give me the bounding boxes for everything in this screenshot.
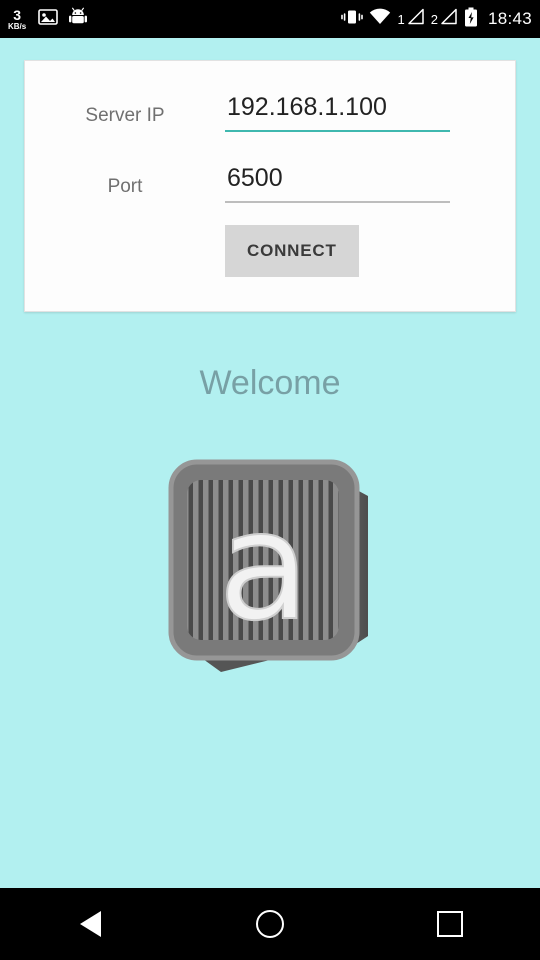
network-speed-value: 3 — [13, 6, 22, 23]
sim2-label: 2 — [430, 11, 438, 27]
back-triangle-icon — [79, 911, 101, 937]
wifi-icon — [369, 8, 391, 31]
nav-back-button[interactable] — [30, 888, 150, 960]
battery-charging-icon — [464, 7, 478, 32]
port-row: Port — [25, 160, 515, 203]
status-bar-right: 1 2 18:43 — [341, 7, 532, 32]
photo-icon — [38, 8, 59, 31]
connection-card: Server IP Port CONNECT — [24, 60, 516, 312]
android-navigation-bar — [0, 888, 540, 960]
port-label: Port — [107, 176, 143, 197]
server-ip-label: Server IP — [85, 105, 165, 126]
server-ip-row: Server IP — [25, 89, 515, 132]
welcome-heading: Welcome — [199, 364, 341, 402]
home-circle-icon — [256, 910, 284, 938]
status-bar-left: 3 KB/s — [8, 7, 341, 32]
connect-spacer — [25, 225, 225, 277]
network-speed-indicator: 3 KB/s — [8, 8, 26, 31]
recents-square-icon — [437, 911, 463, 937]
signal-icon — [439, 8, 458, 30]
vibrate-icon — [341, 8, 364, 31]
connect-row: CONNECT — [25, 225, 515, 277]
sim1-label: 1 — [397, 11, 405, 27]
port-input[interactable] — [225, 160, 450, 203]
clock: 18:43 — [487, 9, 532, 28]
nav-recents-button[interactable] — [390, 888, 510, 960]
network-speed-unit: KB/s — [8, 21, 27, 31]
app-logo-letter-glyph: a — [218, 480, 310, 654]
app-logo-container: a — [0, 450, 540, 690]
sim1-signal-group: 1 — [397, 8, 424, 30]
android-robot-icon — [68, 7, 88, 32]
app-logo-letter-a: a — [163, 450, 378, 690]
server-ip-input[interactable] — [225, 89, 450, 132]
status-bar: 3 KB/s 1 2 18:43 — [0, 0, 540, 38]
sim2-signal-group: 2 — [431, 8, 458, 30]
nav-home-button[interactable] — [210, 888, 330, 960]
connect-button[interactable]: CONNECT — [225, 225, 359, 277]
signal-icon — [406, 8, 425, 30]
